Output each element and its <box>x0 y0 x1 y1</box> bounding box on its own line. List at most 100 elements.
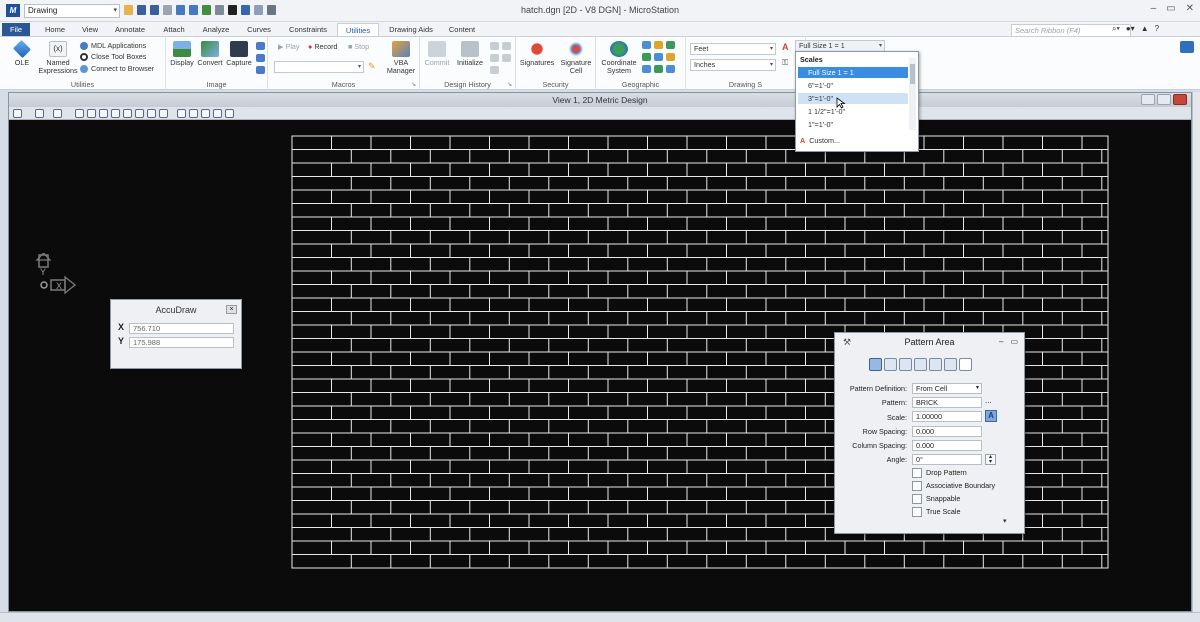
flood-method-icon[interactable] <box>944 358 957 371</box>
element-selection-icon[interactable] <box>241 5 250 15</box>
named-expressions-button[interactable]: (x) Named Expressions <box>38 41 78 75</box>
zoom-out-icon[interactable] <box>99 109 108 118</box>
pattern-field[interactable]: BRICK <box>912 397 982 408</box>
restore-icon[interactable]: ▭ <box>1166 3 1175 14</box>
view-close-icon[interactable] <box>1173 94 1187 105</box>
checkbox-box[interactable] <box>912 468 922 479</box>
zoom-window-icon[interactable] <box>111 109 120 118</box>
mdl-applications-button[interactable]: MDL Applications <box>80 41 146 51</box>
camera-settings-icon[interactable] <box>213 109 222 118</box>
expand-dialog-icon[interactable]: ▾ <box>1003 517 1007 525</box>
geo-tool-icon[interactable] <box>666 53 675 61</box>
tab-drawing-aids[interactable]: Drawing Aids <box>384 23 438 36</box>
pan-view-icon[interactable] <box>147 109 156 118</box>
geo-tool-icon[interactable] <box>654 65 663 73</box>
line-icon[interactable] <box>267 5 276 15</box>
scale-option[interactable]: 1 1/2"=1'-0" <box>798 106 908 117</box>
view-maximize-icon[interactable] <box>1157 94 1171 105</box>
ole-button[interactable]: OLE <box>7 39 37 67</box>
minimize-icon[interactable]: – <box>1151 3 1157 14</box>
scales-scrollbar[interactable] <box>909 58 916 130</box>
close-icon[interactable]: ✕ <box>1186 3 1194 14</box>
geo-tool-icon[interactable] <box>654 41 663 49</box>
sub-units-select[interactable]: Inches ▾ <box>690 59 776 71</box>
pin-icon[interactable] <box>202 5 211 15</box>
display-button[interactable]: Display <box>168 41 196 67</box>
difference-method-icon[interactable] <box>929 358 942 371</box>
points-method-icon[interactable] <box>959 358 972 371</box>
connect-to-browser-button[interactable]: Connect to Browser <box>80 64 154 74</box>
intersection-method-icon[interactable] <box>899 358 912 371</box>
tab-attach[interactable]: Attach <box>157 23 191 36</box>
convert-button[interactable]: Convert <box>196 41 224 67</box>
initialize-button[interactable]: Initialize <box>452 41 488 67</box>
pattern-definition-select[interactable]: From Cell ▾ <box>912 383 982 394</box>
checkbox-box[interactable] <box>912 481 922 492</box>
collapse-ribbon-icon[interactable]: ▲ <box>1141 24 1149 34</box>
close-tool-boxes-button[interactable]: Close Tool Boxes <box>80 52 146 62</box>
capture-button[interactable]: Capture <box>224 41 254 67</box>
angle-field[interactable]: 0° <box>912 454 982 465</box>
history-tool-icon[interactable] <box>502 54 511 62</box>
redo-icon[interactable] <box>189 5 198 15</box>
element-method-icon[interactable] <box>869 358 882 371</box>
union-method-icon[interactable] <box>914 358 927 371</box>
scale-option[interactable]: 1"=1'-0" <box>798 119 908 130</box>
tab-curves[interactable]: Curves <box>241 23 277 36</box>
tab-constraints[interactable]: Constraints <box>283 23 333 36</box>
image-tool-icon[interactable] <box>256 42 265 50</box>
true-scale-checkbox[interactable]: True Scale <box>912 506 961 518</box>
fence-method-icon[interactable] <box>884 358 897 371</box>
custom-scale-option[interactable]: A Custom... <box>800 136 840 145</box>
tab-view[interactable]: View <box>76 23 104 36</box>
fit-view-icon[interactable] <box>123 109 132 118</box>
commit-button[interactable]: Commit <box>422 41 452 67</box>
select-icon[interactable] <box>228 5 237 15</box>
microstation-logo[interactable]: M <box>6 4 20 17</box>
save-settings-icon[interactable] <box>150 5 159 15</box>
dialog-launcher-icon[interactable]: ↘ <box>507 81 512 88</box>
master-units-select[interactable]: Feet ▾ <box>690 43 776 55</box>
tab-annotate[interactable]: Annotate <box>108 23 152 36</box>
annotation-scale-icon[interactable]: A <box>782 42 789 52</box>
history-tool-icon[interactable] <box>490 66 499 74</box>
stop-button[interactable]: ■ Stop <box>348 42 369 52</box>
view-settings-icon[interactable] <box>225 109 234 118</box>
tab-analyze[interactable]: Analyze <box>196 23 236 36</box>
tab-home[interactable]: Home <box>40 23 70 36</box>
update-view-icon[interactable] <box>75 109 84 118</box>
scale-option[interactable]: Full Size 1 = 1 <box>798 67 908 78</box>
column-spacing-field[interactable]: 0.000 <box>912 440 982 451</box>
associative-boundary-checkbox[interactable]: Associative Boundary <box>912 480 995 492</box>
copy-view-icon[interactable] <box>189 109 198 118</box>
rotate-view-icon[interactable] <box>135 109 144 118</box>
checkbox-box[interactable] <box>912 494 922 505</box>
geo-tool-icon[interactable] <box>654 53 663 61</box>
angle-stepper[interactable]: ▴ ▾ <box>985 454 996 465</box>
minimize-icon[interactable]: – <box>999 337 1003 346</box>
macro-select[interactable]: ▾ <box>274 61 364 73</box>
zoom-in-icon[interactable] <box>87 109 96 118</box>
geo-tool-icon[interactable] <box>642 53 651 61</box>
dialog-launcher-icon[interactable]: ↘ <box>411 81 416 88</box>
view-minimize-icon[interactable] <box>1141 94 1155 105</box>
image-tool-icon[interactable] <box>256 66 265 74</box>
print-icon[interactable] <box>215 5 224 15</box>
scale-lock-icon[interactable]: ⚿ <box>782 58 788 68</box>
annotation-scale-lock-icon[interactable]: A <box>985 410 997 422</box>
clip-volume-icon[interactable] <box>201 109 210 118</box>
play-button[interactable]: ▶ Play <box>278 42 300 52</box>
close-icon[interactable]: × <box>226 305 237 314</box>
history-tool-icon[interactable] <box>490 54 499 62</box>
scale-field[interactable]: 1.00000 <box>912 411 982 422</box>
checkbox-box[interactable] <box>912 507 922 518</box>
browse-pattern-button[interactable]: ... <box>985 396 992 405</box>
workflow-selector[interactable]: Drawing ▾ <box>24 4 120 18</box>
edit-macro-icon[interactable]: ✎ <box>368 61 376 72</box>
coordinate-system-button[interactable]: Coordinate System <box>599 41 639 75</box>
geo-tool-icon[interactable] <box>642 41 651 49</box>
scale-option[interactable]: 6"=1'-0" <box>798 80 908 91</box>
view-previous-icon[interactable] <box>159 109 168 118</box>
display-style-icon[interactable] <box>35 109 44 118</box>
restore-icon[interactable]: ▭ <box>1010 337 1018 346</box>
